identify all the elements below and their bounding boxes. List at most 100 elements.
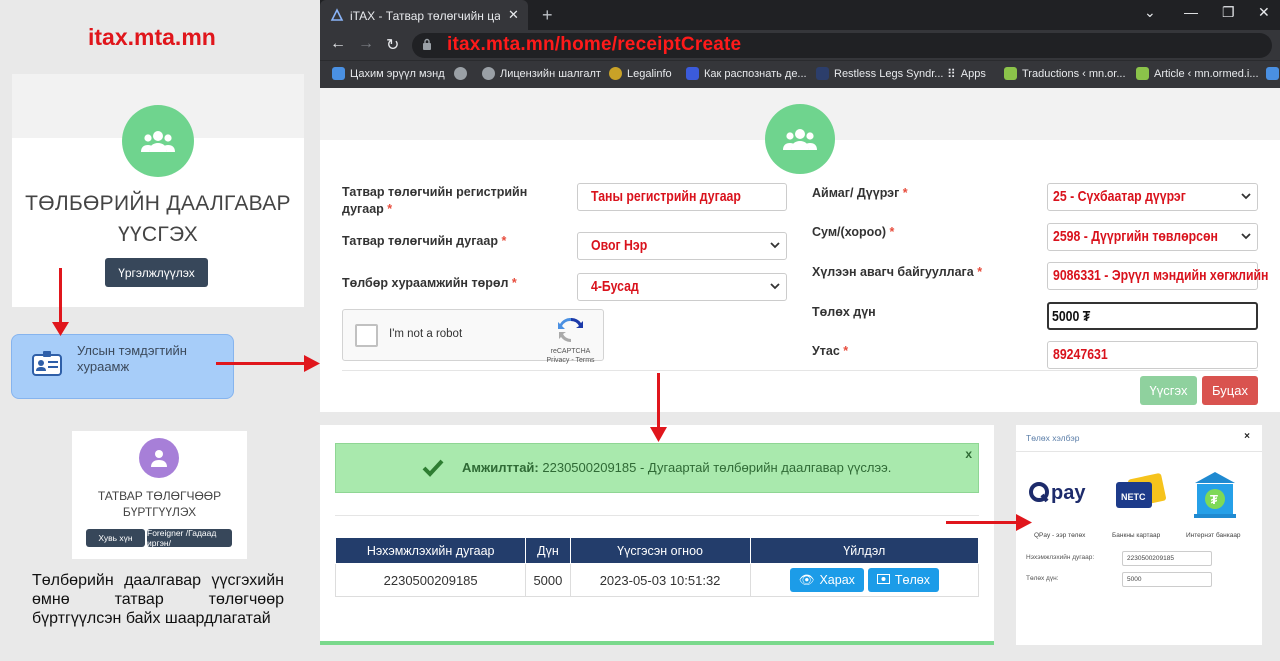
- success-message: Амжилттай: 2230500209185 - Дугаартай төл…: [462, 460, 892, 475]
- bookmark-label: Цахим эрүүл мэнд: [350, 67, 445, 80]
- recaptcha-icon: [557, 317, 583, 343]
- chevron-down-icon: [770, 283, 780, 290]
- id-card-icon: [32, 350, 62, 381]
- create-button[interactable]: Үүсгэх: [1140, 376, 1197, 405]
- arrow-right-2: [946, 521, 1018, 524]
- chevron-down-icon: [770, 242, 780, 249]
- bookmark-item[interactable]: Как распознать де...: [686, 67, 807, 80]
- back-button[interactable]: Буцах: [1202, 376, 1258, 405]
- table-row: 2230500209185 5000 2023-05-03 10:51:32 👁…: [334, 563, 980, 597]
- receipt-form: Татвар төлөгчийн регистрийн дугаар * Тат…: [320, 88, 1280, 412]
- amount-label: Төлөх дүн: [812, 305, 876, 319]
- url-text: itax.mta.mn/home/receiptCreate: [447, 34, 742, 55]
- bookmark-item[interactable]: Article ‹ mn.ormed.i...: [1136, 67, 1259, 80]
- captcha-checkbox[interactable]: [355, 324, 378, 347]
- continue-button[interactable]: Үргэлжлүүлэх: [105, 258, 208, 287]
- bookmark-item[interactable]: Restless Legs Syndr...: [816, 67, 943, 80]
- register-taxpayer-card: ТАТВАР ТӨЛӨГЧӨӨР БҮРТГҮҮЛЭХ Хувь хүн For…: [72, 431, 247, 559]
- tab-search-icon[interactable]: ⌄: [1144, 4, 1156, 21]
- arrow-right-1: [216, 362, 308, 365]
- recaptcha-links[interactable]: Privacy - Terms: [543, 356, 598, 365]
- card-logo[interactable]: NETC: [1112, 470, 1168, 519]
- sum-select[interactable]: 2598 - Дүүргийн төвлөрсөн: [1047, 223, 1258, 251]
- users-icon: [765, 104, 835, 174]
- more-bookmarks-icon[interactable]: [1266, 67, 1279, 80]
- view-label: Харах: [819, 573, 855, 587]
- invoice-table: Нэхэмжлэхийн дугаар Дүн Үүсгэсэн огноо Ү…: [334, 537, 980, 597]
- bookmark-item[interactable]: Traductions ‹ mn.or...: [1004, 67, 1126, 80]
- maximize-icon[interactable]: ❐: [1222, 4, 1235, 21]
- pay-label: Төлөх: [894, 573, 930, 587]
- address-bar[interactable]: itax.mta.mn/home/receiptCreate: [412, 33, 1272, 58]
- tin-select[interactable]: Овог Нэр: [577, 232, 787, 260]
- cell-actions: 👁 Харах Төлөх: [749, 563, 980, 597]
- bookmark-item[interactable]: [454, 67, 472, 80]
- cash-icon: [876, 573, 890, 587]
- article-icon: [1136, 67, 1149, 80]
- register-title: ТАТВАР ТӨЛӨГЧӨӨР БҮРТГҮҮЛЭХ: [97, 489, 222, 519]
- card-caption: Банкны картаар: [1112, 532, 1161, 539]
- invoice-no-field: 2230500209185: [1122, 551, 1212, 566]
- itax-favicon-icon: [330, 8, 344, 27]
- col-actions: Үйлдэл: [749, 537, 980, 564]
- bank-logo[interactable]: ₮: [1190, 469, 1240, 524]
- bookmark-item[interactable]: ⠿ Apps: [947, 67, 986, 81]
- aimag-label: Аймаг/ Дүүрэг *: [812, 186, 908, 200]
- close-modal-icon[interactable]: ×: [1244, 431, 1250, 442]
- invoice-no-label: Нэхэмжлэхийн дугаар:: [1026, 554, 1095, 561]
- bookmark-label: Как распознать де...: [704, 67, 807, 80]
- foreigner-button[interactable]: Foreigner /Гадаад иргэн/: [147, 528, 232, 548]
- close-window-icon[interactable]: ✕: [1258, 4, 1270, 21]
- org-input[interactable]: 9086331 - Эрүүл мэндийн хөгжлийн: [1047, 262, 1268, 290]
- bookmark-label: Лицензийн шалгалт: [500, 67, 601, 80]
- browser-tab[interactable]: iTAX - Татвар төлөгчийн цахим ✕: [320, 0, 528, 30]
- citizen-button[interactable]: Хувь хүн: [86, 529, 145, 547]
- new-tab-icon[interactable]: +: [542, 5, 553, 26]
- aimag-select[interactable]: 25 - Сүхбаатар дүүрэг: [1047, 183, 1258, 211]
- minimize-icon[interactable]: —: [1184, 4, 1198, 20]
- check-icon: [422, 459, 444, 482]
- table-header-row: Нэхэмжлэхийн дугаар Дүн Үүсгэсэн огноо Ү…: [334, 537, 980, 564]
- arrow-down-1: [59, 268, 62, 328]
- amount-input[interactable]: 5000 ₮: [1047, 302, 1258, 330]
- aimag-value: 25 - Сүхбаатар дүүрэг: [1053, 188, 1186, 205]
- org-value: 9086331 - Эрүүл мэндийн хөгжлийн: [1053, 267, 1269, 284]
- site-title: itax.mta.mn: [88, 24, 216, 50]
- md-icon: [816, 67, 829, 80]
- phone-label: Утас *: [812, 344, 849, 358]
- bookmark-icon: [332, 67, 345, 80]
- reload-icon[interactable]: ↻: [386, 35, 399, 55]
- qpay-logo[interactable]: pay: [1028, 480, 1103, 511]
- close-alert-icon[interactable]: x: [965, 447, 972, 461]
- bookmark-item[interactable]: Лицензийн шалгалт: [482, 67, 601, 80]
- instruction-note: Төлбөрийн даалгавар үүсгэхийн өмнө татва…: [32, 572, 284, 627]
- close-tab-icon[interactable]: ✕: [508, 7, 519, 23]
- fee-type-label: Төлбөр хураамжийн төрөл *: [342, 276, 517, 290]
- arrow-head-right-1: [304, 355, 320, 372]
- payment-title: Төлөх хэлбэр: [1026, 433, 1080, 443]
- phone-value: 89247631: [1053, 346, 1108, 363]
- recaptcha-brand: reCAPTCHA: [550, 348, 591, 355]
- reg-no-label: Татвар төлөгчийн регистрийн дугаар *: [342, 185, 528, 216]
- view-button[interactable]: 👁 Харах: [789, 568, 864, 592]
- form-divider: [342, 370, 1258, 371]
- phone-input[interactable]: 89247631: [1047, 341, 1258, 369]
- legalinfo-icon: [609, 67, 622, 80]
- cell-invoice-no: 2230500209185: [334, 563, 527, 597]
- globe-icon: [454, 67, 467, 80]
- bank-caption: Интернэт банкаар: [1186, 532, 1241, 539]
- reg-no-input[interactable]: Таны регистрийн дугаар: [577, 183, 787, 211]
- reg-no-value: Таны регистрийн дугаар: [591, 188, 741, 205]
- bookmark-item[interactable]: Legalinfo: [609, 67, 672, 80]
- back-icon[interactable]: ←: [330, 35, 346, 53]
- apps-grid-icon: ⠿: [947, 67, 956, 81]
- pay-button[interactable]: Төлөх: [867, 568, 939, 592]
- bookmark-item[interactable]: Цахим эрүүл мэнд: [332, 67, 445, 80]
- org-label: Хүлээн авагч байгууллага *: [812, 265, 983, 279]
- fee-type-select[interactable]: 4-Бусад: [577, 273, 787, 301]
- amount-value: 5000 ₮: [1052, 308, 1091, 325]
- col-amount: Дүн: [525, 537, 571, 564]
- service-label: Улсын тэмдэгтийн хураамж: [77, 343, 187, 374]
- forward-icon[interactable]: →: [358, 35, 374, 53]
- stamp-duty-service[interactable]: Улсын тэмдэгтийн хураамж: [11, 334, 234, 399]
